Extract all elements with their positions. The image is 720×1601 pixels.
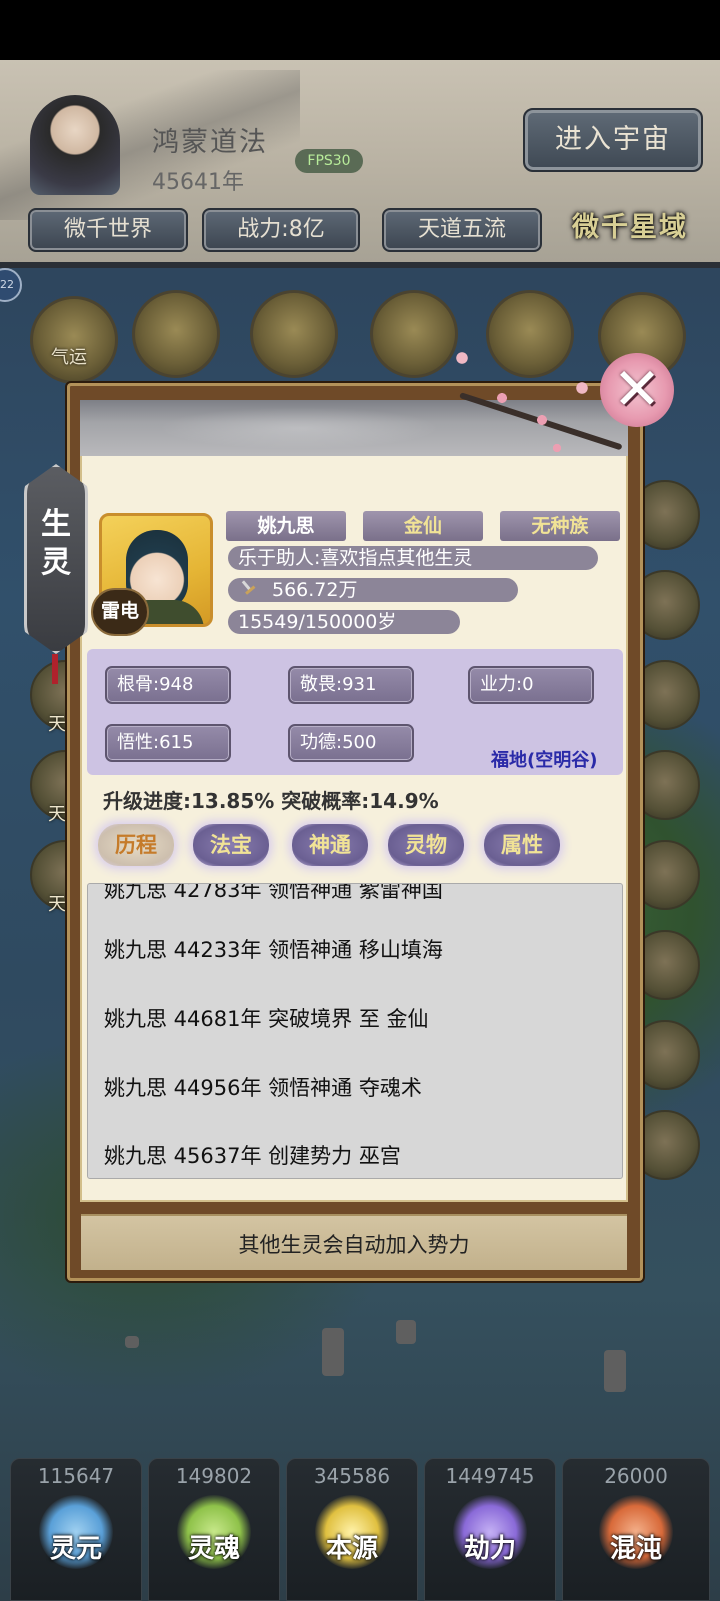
log-entry: 姚九思 42783年 领悟神通 紫雷神国 [104,883,443,902]
resource-value: 345586 [313,1464,391,1488]
resource-value: 115647 [37,1464,115,1488]
player-avatar[interactable] [30,95,120,195]
resource-label: 灵魂 [187,1534,240,1564]
power-bar: 566.72万 [228,578,518,602]
tab-spirit-items[interactable]: 灵物 [388,824,464,866]
history-log[interactable]: 姚九思 42783年 领悟神通 紫雷神国 姚九思 44233年 领悟神通 移山填… [87,883,623,1179]
power-button[interactable]: 战力:8亿 [202,208,360,252]
stat-wuxing: 悟性:615 [105,724,231,762]
rock-decoration [125,1336,139,1348]
stat-jingwei: 敬畏:931 [288,666,414,704]
fps-indicator: FPS30 [295,149,363,173]
luck-icon[interactable] [30,296,118,384]
resource-label: 混沌 [609,1534,662,1564]
fudi-link[interactable]: 福地(空明谷) [491,746,597,772]
tab-abilities[interactable]: 神通 [292,824,368,866]
lifespan-bar: 15549/150000岁 [228,610,460,634]
tab-treasure[interactable]: 法宝 [193,824,269,866]
resource-value: 1449745 [445,1464,535,1488]
rock-decoration [604,1350,626,1392]
character-race-tag: 无种族 [500,511,620,541]
rock-decoration [396,1320,416,1344]
plum-blossom-decoration [442,348,632,468]
stat-gengu: 根骨:948 [105,666,231,704]
log-entry: 姚九思 44233年 领悟神通 移山填海 [104,938,443,962]
footer-note: 其他生灵会自动加入势力 [238,1233,470,1257]
enter-universe-button[interactable]: 进入宇宙 [523,108,703,172]
resource-value: 26000 [604,1464,668,1488]
tab-attributes[interactable]: 属性 [484,824,560,866]
stat-yeli: 业力:0 [468,666,594,704]
star-domain-label[interactable]: 微千星域 [572,205,688,244]
resource-value: 149802 [175,1464,253,1488]
element-badge: 雷电 [91,588,149,636]
side-label-left-3: 天 [48,894,66,915]
create-fudi-icon[interactable] [132,290,220,378]
side-label-left-2: 天 [48,804,66,825]
tab-history[interactable]: 历程 [98,824,174,866]
trait-bar: 乐于助人:喜欢指点其他生灵 [228,546,598,570]
log-entry: 姚九思 44681年 突破境界 至 金仙 [104,1007,429,1031]
close-button[interactable]: ✕ [600,353,674,427]
progress-text: 升级进度:13.85% 突破概率:14.9% [103,789,439,813]
create-being-icon[interactable] [250,290,338,378]
character-name-tag: 姚九思 [226,511,346,541]
log-entry: 姚九思 44956年 领悟神通 夺魂术 [104,1076,422,1100]
rock-decoration [322,1328,344,1376]
resource-label: 劫力 [463,1534,516,1564]
rank-button[interactable]: 天道五流 [382,208,542,252]
resource-label: 本源 [325,1534,378,1564]
player-name: 鸿蒙道法 [152,127,268,158]
resource-label: 灵元 [49,1534,102,1564]
stat-gongde: 功德:500 [288,724,414,762]
side-tab-label: 生灵 [41,507,71,580]
log-entry: 姚九思 45637年 创建势力 巫宫 [104,1144,401,1168]
luck-label: 气运 [51,347,87,368]
player-age: 45641年 [152,170,244,195]
side-label-left-1: 天 [48,714,66,735]
tassel-decoration [52,654,58,684]
world-button[interactable]: 微千世界 [28,208,188,252]
character-realm-tag: 金仙 [363,511,483,541]
